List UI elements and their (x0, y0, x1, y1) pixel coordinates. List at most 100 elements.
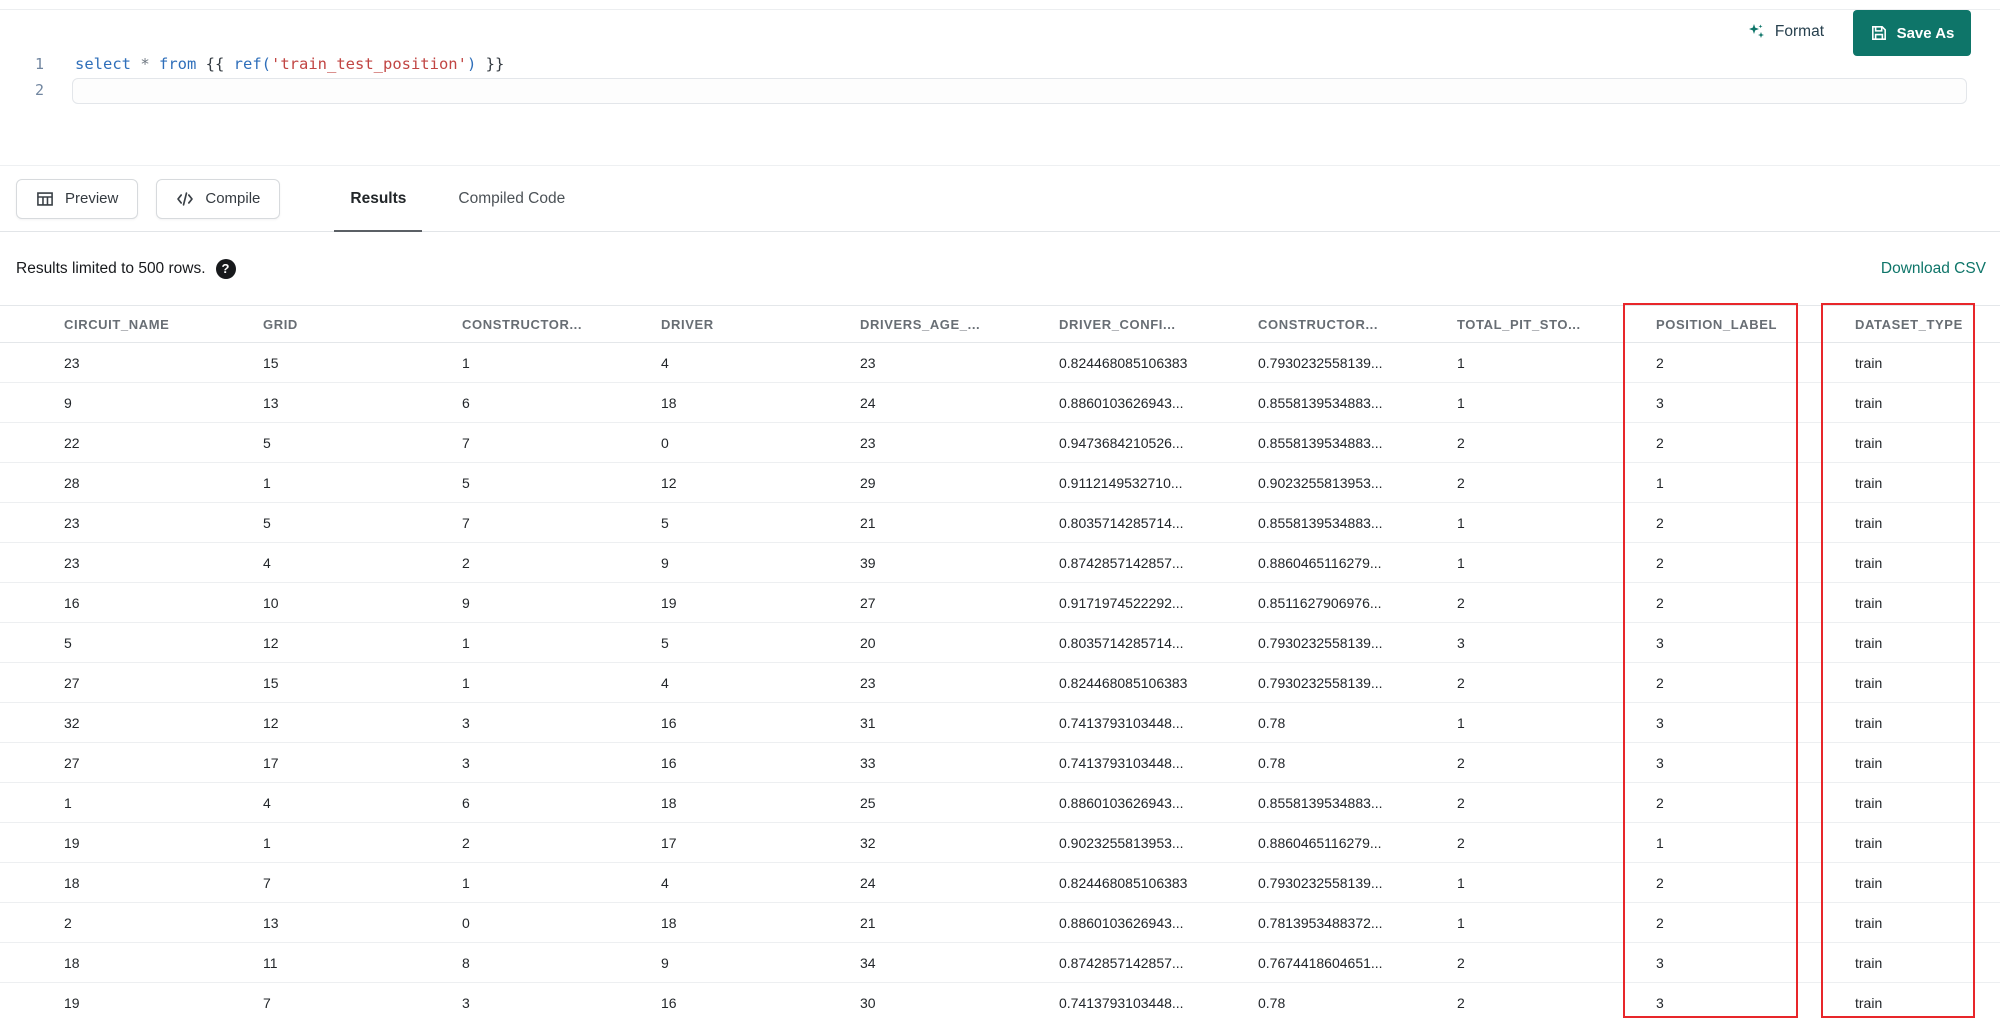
table-cell: train (1855, 434, 1883, 451)
sql-string-literal: 'train_test_position' (271, 55, 467, 73)
table-cell: 1 (1457, 554, 1465, 571)
table-cell: 0.8558139534883... (1258, 514, 1383, 531)
results-tabs: Results Compiled Code (324, 166, 591, 233)
table-cell: 0.9473684210526... (1059, 434, 1184, 451)
format-button[interactable]: Format (1746, 22, 1824, 42)
sql-editor[interactable]: 1 2 select * from {{ ref('train_test_pos… (0, 10, 2000, 166)
table-cell: 0.7930232558139... (1258, 874, 1383, 891)
table-cell: 2 (64, 914, 72, 931)
table-cell: 0.8860103626943... (1059, 394, 1184, 411)
table-cell: 23 (860, 434, 876, 451)
table-cell: train (1855, 834, 1883, 851)
sql-keyword: from (159, 55, 206, 73)
results-table: CIRCUIT_NAME GRID CONSTRUCTOR... DRIVER DRIV… (0, 305, 2000, 1020)
table-cell: train (1855, 914, 1883, 931)
table-cell: 0.824468085106383 (1059, 674, 1188, 691)
table-cell: 6 (462, 394, 470, 411)
table-cell: 16 (64, 594, 80, 611)
preview-button[interactable]: Preview (16, 178, 139, 219)
table-cell: 7 (263, 994, 271, 1011)
table-cell: 2 (1457, 954, 1465, 971)
table-row: 1 4 6 18 25 0.8860103626943... 0.8558139534883… (0, 783, 2000, 823)
table-cell: 5 (462, 474, 470, 491)
table-row: 22 5 7 0 23 0.9473684210526... 0.8558139534883… (0, 423, 2000, 463)
table-cell: 7 (263, 874, 271, 891)
table-cell: 0.78 (1258, 754, 1286, 771)
table-cell: 1 (263, 474, 271, 491)
table-cell: 5 (263, 514, 271, 531)
table-cell: 0 (661, 434, 669, 451)
table-cell: 0.8035714285714... (1059, 634, 1184, 651)
table-cell: 12 (263, 634, 279, 651)
compile-button[interactable]: Compile (156, 178, 281, 219)
table-cell: 6 (462, 794, 470, 811)
table-cell: 2 (1457, 834, 1465, 851)
tab-compiled-code[interactable]: Compiled Code (432, 166, 591, 232)
table-header-row: CIRCUIT_NAME GRID CONSTRUCTOR... DRIVER DRIV… (0, 305, 2000, 343)
help-icon[interactable]: ? (215, 258, 236, 279)
table-cell: 2 (462, 554, 470, 571)
table-cell: train (1855, 954, 1883, 971)
table-cell: 23 (64, 554, 80, 571)
table-cell: 17 (661, 834, 677, 851)
table-cell: 2 (1457, 994, 1465, 1011)
table-cell: train (1855, 594, 1883, 611)
download-csv-link[interactable]: Download CSV (1881, 260, 1986, 278)
table-cell: 2 (1656, 874, 1664, 891)
table-cell: 5 (263, 434, 271, 451)
table-cell: 19 (64, 994, 80, 1011)
table-row: 2 13 0 18 21 0.8860103626943... 0.781395348837… (0, 903, 2000, 943)
table-cell: 16 (661, 994, 677, 1011)
table-cell: 0.8035714285714... (1059, 514, 1184, 531)
save-as-button-label: Save As (1896, 24, 1955, 42)
table-cell: 0.7930232558139... (1258, 354, 1383, 371)
table-cell: 2 (1457, 674, 1465, 691)
table-cell: 0.8742857142857... (1059, 554, 1184, 571)
table-cell: train (1855, 754, 1883, 771)
table-cell: 0.8860465116279... (1258, 834, 1382, 851)
table-cell: 0.7413793103448... (1059, 754, 1184, 771)
column-header: CIRCUIT_NAME (64, 316, 170, 332)
table-cell: 1 (462, 674, 470, 691)
table-cell: 1 (462, 874, 470, 891)
table-cell: 18 (661, 914, 677, 931)
table-cell: 23 (64, 514, 80, 531)
table-cell: 18 (64, 954, 80, 971)
line-number: 2 (34, 81, 44, 99)
table-cell: 13 (263, 394, 279, 411)
table-cell: 0.8558139534883... (1258, 394, 1383, 411)
table-cell: 8 (462, 954, 470, 971)
table-cell: 9 (64, 394, 72, 411)
column-header: POSITION_LABEL (1656, 316, 1778, 332)
table-cell: 0.9112149532710... (1059, 474, 1183, 491)
table-cell: 0.8742857142857... (1059, 954, 1184, 971)
column-header: TOTAL_PIT_STO... (1457, 316, 1581, 332)
table-cell: 2 (1457, 434, 1465, 451)
code-line-1: select * from {{ ref('train_test_positio… (75, 51, 504, 77)
save-as-button[interactable]: Save As (1853, 10, 1971, 56)
table-cell: 0.824468085106383 (1059, 874, 1188, 891)
sql-keyword: select (75, 55, 141, 73)
table-cell: 0.8511627906976... (1258, 594, 1382, 611)
table-cell: 32 (64, 714, 80, 731)
table-cell: 3 (1656, 634, 1664, 651)
table-cell: 18 (661, 394, 677, 411)
table-row: 23 4 2 9 39 0.8742857142857... 0.8860465116279… (0, 543, 2000, 583)
table-cell: 4 (661, 354, 669, 371)
table-cell: 5 (661, 634, 669, 651)
table-cell: 4 (661, 674, 669, 691)
table-cell: train (1855, 674, 1883, 691)
table-cell: 2 (1656, 554, 1664, 571)
table-row: 18 7 1 4 24 0.824468085106383 0.7930232558139.… (0, 863, 2000, 903)
table-cell: 0.824468085106383 (1059, 354, 1188, 371)
table-cell: 0.9023255813953... (1059, 834, 1184, 851)
table-cell: 18 (661, 794, 677, 811)
table-cell: 0.7674418604651... (1258, 954, 1383, 971)
column-header: DRIVER (661, 316, 714, 332)
table-cell: 1 (1457, 714, 1465, 731)
table-cell: 27 (64, 674, 80, 691)
tab-results[interactable]: Results (324, 166, 432, 233)
table-cell: 2 (462, 834, 470, 851)
table-cell: 29 (860, 474, 876, 491)
table-cell: 32 (860, 834, 876, 851)
